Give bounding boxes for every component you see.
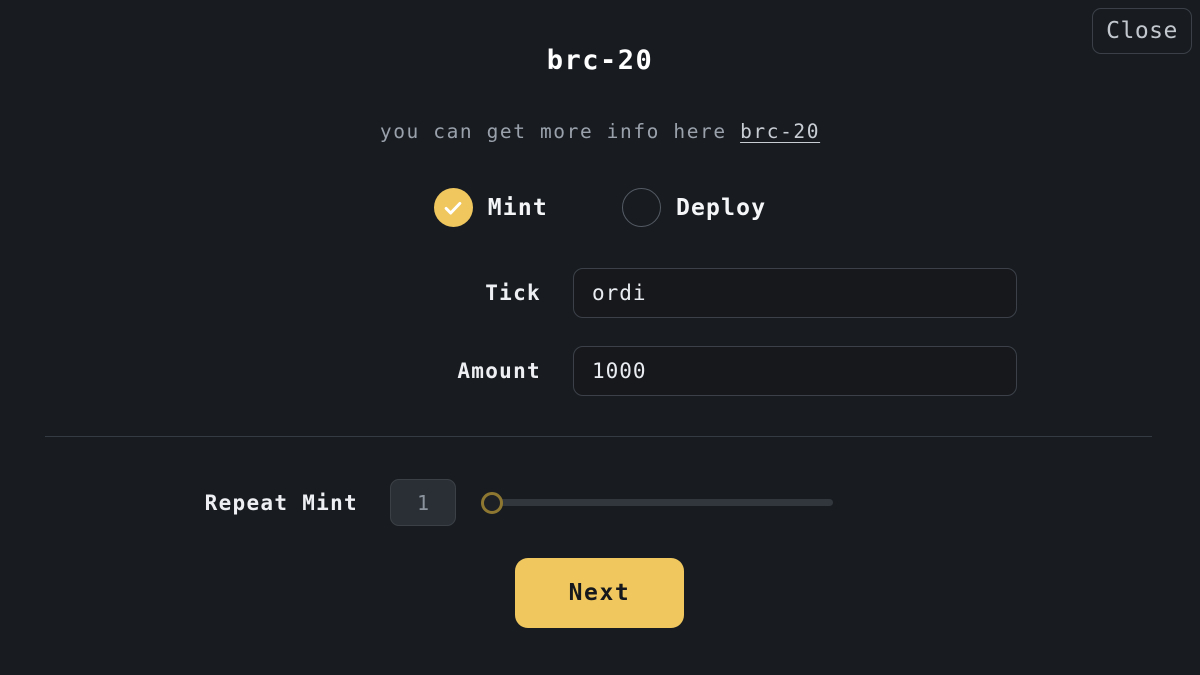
repeat-mint-stepper[interactable]: [390, 479, 456, 526]
amount-label: Amount: [457, 359, 541, 383]
slider-track: [491, 499, 833, 506]
field-row-tick: Tick: [0, 268, 1200, 318]
slider-handle[interactable]: [481, 491, 503, 514]
radio-label-deploy: Deploy: [675, 194, 767, 221]
repeat-mint-row: Repeat Mint: [0, 479, 1200, 526]
subtitle-text: you can get more info here: [379, 120, 741, 143]
amount-input[interactable]: [573, 346, 1017, 396]
repeat-mint-slider[interactable]: [481, 491, 833, 515]
page-title: brc-20: [546, 45, 654, 76]
brc20-info-link[interactable]: brc-20: [740, 120, 820, 143]
subtitle: you can get more info here brc-20: [0, 120, 1200, 143]
repeat-mint-label: Repeat Mint: [204, 490, 358, 515]
radio-selected-icon: [433, 188, 473, 227]
radio-unselected-icon: [621, 188, 661, 227]
radio-option-mint[interactable]: Mint: [433, 188, 548, 227]
field-row-amount: Amount: [0, 346, 1200, 396]
section-divider: [45, 436, 1152, 438]
radio-label-mint: Mint: [487, 194, 548, 221]
tick-label: Tick: [485, 281, 541, 305]
mode-selector: Mint Deploy: [0, 188, 1200, 227]
radio-option-deploy[interactable]: Deploy: [621, 188, 767, 227]
brc20-modal-page: { "window": { "title": "brc-20", "close_…: [0, 0, 1200, 675]
tick-input[interactable]: [573, 268, 1017, 318]
next-button[interactable]: Next: [515, 558, 684, 628]
